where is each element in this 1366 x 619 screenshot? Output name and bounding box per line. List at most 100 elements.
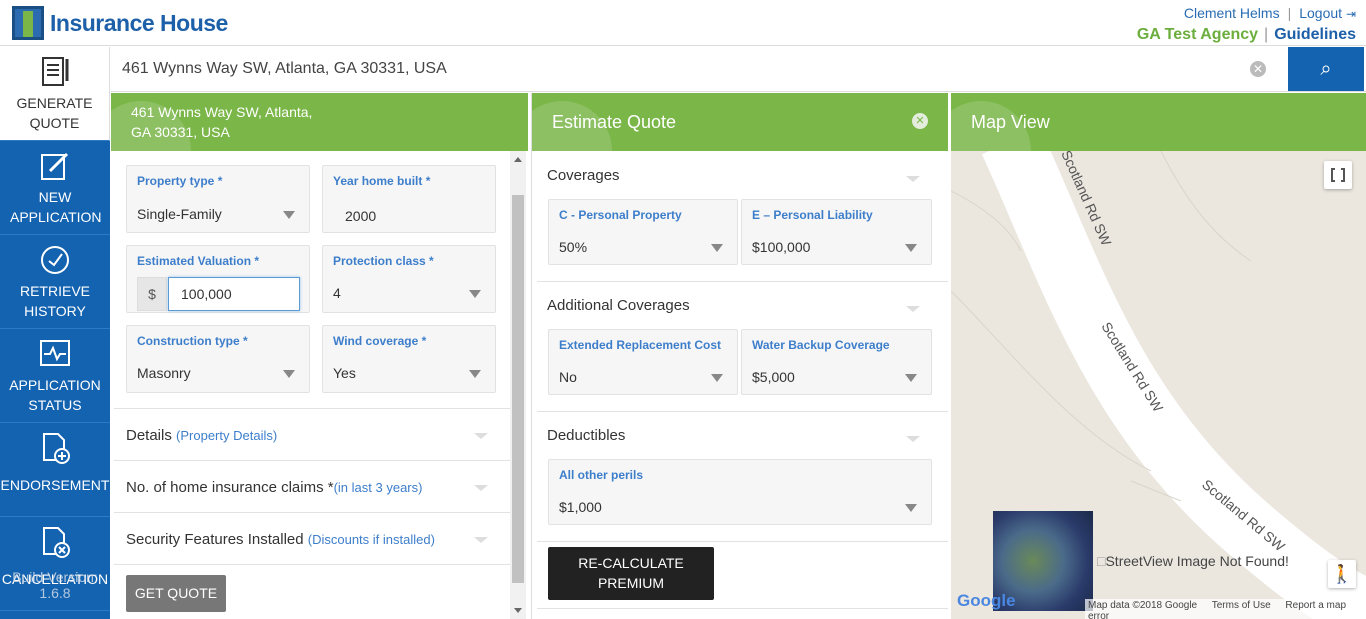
pegman-icon[interactable]: 🚶	[1328, 560, 1356, 588]
button-label: RE-CALCULATE	[578, 555, 684, 571]
brand-logo[interactable]: Insurance House	[12, 6, 228, 40]
group-title: Deductibles	[547, 427, 626, 444]
section-details[interactable]: Details (Property Details)	[114, 409, 516, 461]
wind-coverage-select[interactable]: Wind coverage * Yes	[322, 325, 496, 393]
property-panel-body: Property type * Single-Family Year home …	[111, 151, 528, 619]
map-attribution: Map data ©2018 Google Terms of Use Repor…	[1085, 599, 1366, 619]
status-monitor-icon	[40, 340, 70, 366]
sidebar-item-label: NEW APPLICATION	[10, 189, 102, 225]
water-backup-select[interactable]: Water Backup Coverage $5,000	[741, 329, 932, 395]
chevron-down-icon	[905, 504, 917, 512]
section-title: Details	[126, 427, 172, 444]
section-subtitle: (Discounts if installed)	[307, 532, 435, 547]
field-label: Protection class *	[333, 254, 434, 268]
separator: |	[1287, 5, 1292, 21]
fullscreen-icon[interactable]	[1324, 161, 1352, 189]
property-address-line2: GA 30331, USA	[131, 124, 230, 140]
sidebar-item-label: ENDORSEMENT	[0, 477, 110, 493]
field-label: Year home built *	[333, 174, 431, 188]
chevron-down-icon	[474, 433, 488, 439]
estimate-quote-panel: Estimate Quote ✕ Coverages C - Personal …	[531, 93, 948, 619]
field-label: E – Personal Liability	[752, 208, 873, 222]
map-panel-header: Map View	[951, 93, 1366, 151]
sidebar-item-endorsement[interactable]: ENDORSEMENT	[0, 423, 110, 517]
chevron-down-icon	[474, 537, 488, 543]
sidebar-item-label: RETRIEVE HISTORY	[19, 283, 90, 319]
address-search-bar: 461 Wynns Way SW, Atlanta, GA 30331, USA…	[111, 47, 1366, 92]
field-value: Single-Family	[137, 206, 222, 222]
sidebar-item-generate-quote[interactable]: GENERATE QUOTE	[0, 47, 110, 141]
field-label: Construction type *	[137, 334, 248, 348]
section-security-features[interactable]: Security Features Installed (Discounts i…	[114, 513, 516, 565]
get-quote-button[interactable]: GET QUOTE	[126, 575, 226, 612]
user-name[interactable]: Clement Helms	[1184, 5, 1280, 21]
currency-prefix: $	[137, 277, 167, 311]
deductible-select[interactable]: All other perils $1,000	[548, 459, 932, 525]
map-panel: Map View Scotland Rd SW Scotland Rd SW S…	[951, 93, 1366, 619]
extended-replacement-select[interactable]: Extended Replacement Cost No	[548, 329, 738, 395]
scrollbar[interactable]	[510, 151, 526, 619]
search-button[interactable]: ⌕	[1288, 47, 1364, 91]
chevron-down-icon[interactable]	[906, 436, 920, 442]
address-search-input[interactable]: 461 Wynns Way SW, Atlanta, GA 30331, USA	[122, 60, 447, 78]
estimated-valuation-field: Estimated Valuation * $ 100,000	[126, 245, 310, 313]
estimate-panel-header: Estimate Quote ✕	[532, 93, 948, 151]
logout-label: Logout	[1299, 5, 1343, 21]
protection-class-select[interactable]: Protection class * 4	[322, 245, 496, 313]
chevron-down-icon	[469, 290, 481, 298]
section-claims[interactable]: No. of home insurance claims *(in last 3…	[114, 461, 516, 513]
field-value: No	[559, 369, 577, 385]
sidebar-item-new-application[interactable]: NEW APPLICATION	[0, 141, 110, 235]
field-label: C - Personal Property	[559, 208, 682, 222]
panel-title: Estimate Quote	[552, 112, 677, 132]
user-menu: Clement Helms | Logout ⇥ GA Test Agency | Gu…	[1137, 5, 1356, 44]
group-title: Coverages	[547, 167, 620, 184]
chevron-down-icon	[905, 374, 917, 382]
scrollbar-thumb[interactable]	[512, 195, 524, 583]
scroll-up-icon[interactable]	[514, 157, 522, 162]
field-value: Yes	[333, 365, 356, 381]
document-cancel-icon	[43, 527, 70, 558]
logout-icon: ⇥	[1345, 7, 1356, 21]
sidebar-item-retrieve-history[interactable]: RETRIEVE HISTORY	[0, 235, 110, 329]
property-panel: 461 Wynns Way SW, Atlanta, GA 30331, USA…	[111, 93, 528, 619]
sidebar-item-label: GENERATE QUOTE	[16, 95, 93, 131]
scroll-down-icon[interactable]	[514, 608, 522, 613]
map-canvas[interactable]: Scotland Rd SW Scotland Rd SW Scotland R…	[951, 151, 1366, 619]
app-header: Insurance House Clement Helms | Logout ⇥ G…	[0, 0, 1366, 46]
group-title: Additional Coverages	[547, 297, 690, 314]
chevron-down-icon[interactable]	[906, 306, 920, 312]
field-value: $5,000	[752, 369, 795, 385]
streetview-alt-text: StreetView Image Not Found!	[1105, 553, 1289, 569]
document-pen-icon	[41, 57, 68, 86]
logout-link[interactable]: Logout ⇥	[1299, 5, 1356, 21]
field-value: Masonry	[137, 365, 191, 381]
map-data-text: Map data ©2018 Google	[1088, 600, 1198, 611]
sidebar-item-application-status[interactable]: APPLICATION STATUS	[0, 329, 110, 423]
valuation-input[interactable]: 100,000	[168, 277, 300, 311]
recalculate-premium-button[interactable]: RE-CALCULATE PREMIUM	[548, 547, 714, 600]
section-subtitle: (in last 3 years)	[333, 480, 423, 495]
search-icon: ⌕	[1320, 58, 1332, 80]
chevron-down-icon	[905, 244, 917, 252]
year-built-field[interactable]: Year home built * 2000	[322, 165, 496, 233]
close-icon[interactable]: ✕	[912, 113, 928, 129]
construction-type-select[interactable]: Construction type * Masonry	[126, 325, 310, 393]
chevron-down-icon	[711, 374, 723, 382]
clock-history-icon	[41, 246, 69, 274]
personal-property-select[interactable]: C - Personal Property 50%	[548, 199, 738, 265]
personal-liability-select[interactable]: E – Personal Liability $100,000	[741, 199, 932, 265]
section-title: No. of home insurance claims *	[126, 479, 334, 496]
field-value: $100,000	[752, 239, 811, 255]
chevron-down-icon	[283, 211, 295, 219]
estimate-panel-body: Coverages C - Personal Property 50% E – …	[532, 151, 948, 619]
field-label: Estimated Valuation *	[137, 254, 260, 268]
property-type-select[interactable]: Property type * Single-Family	[126, 165, 310, 233]
clear-search-icon[interactable]: ✕	[1250, 61, 1266, 77]
panel-title: Map View	[971, 112, 1050, 132]
chevron-down-icon[interactable]	[906, 176, 920, 182]
guidelines-link[interactable]: Guidelines	[1274, 26, 1356, 43]
google-logo: Google	[957, 591, 1016, 610]
field-label: Property type *	[137, 174, 223, 188]
terms-link[interactable]: Terms of Use	[1212, 600, 1271, 611]
